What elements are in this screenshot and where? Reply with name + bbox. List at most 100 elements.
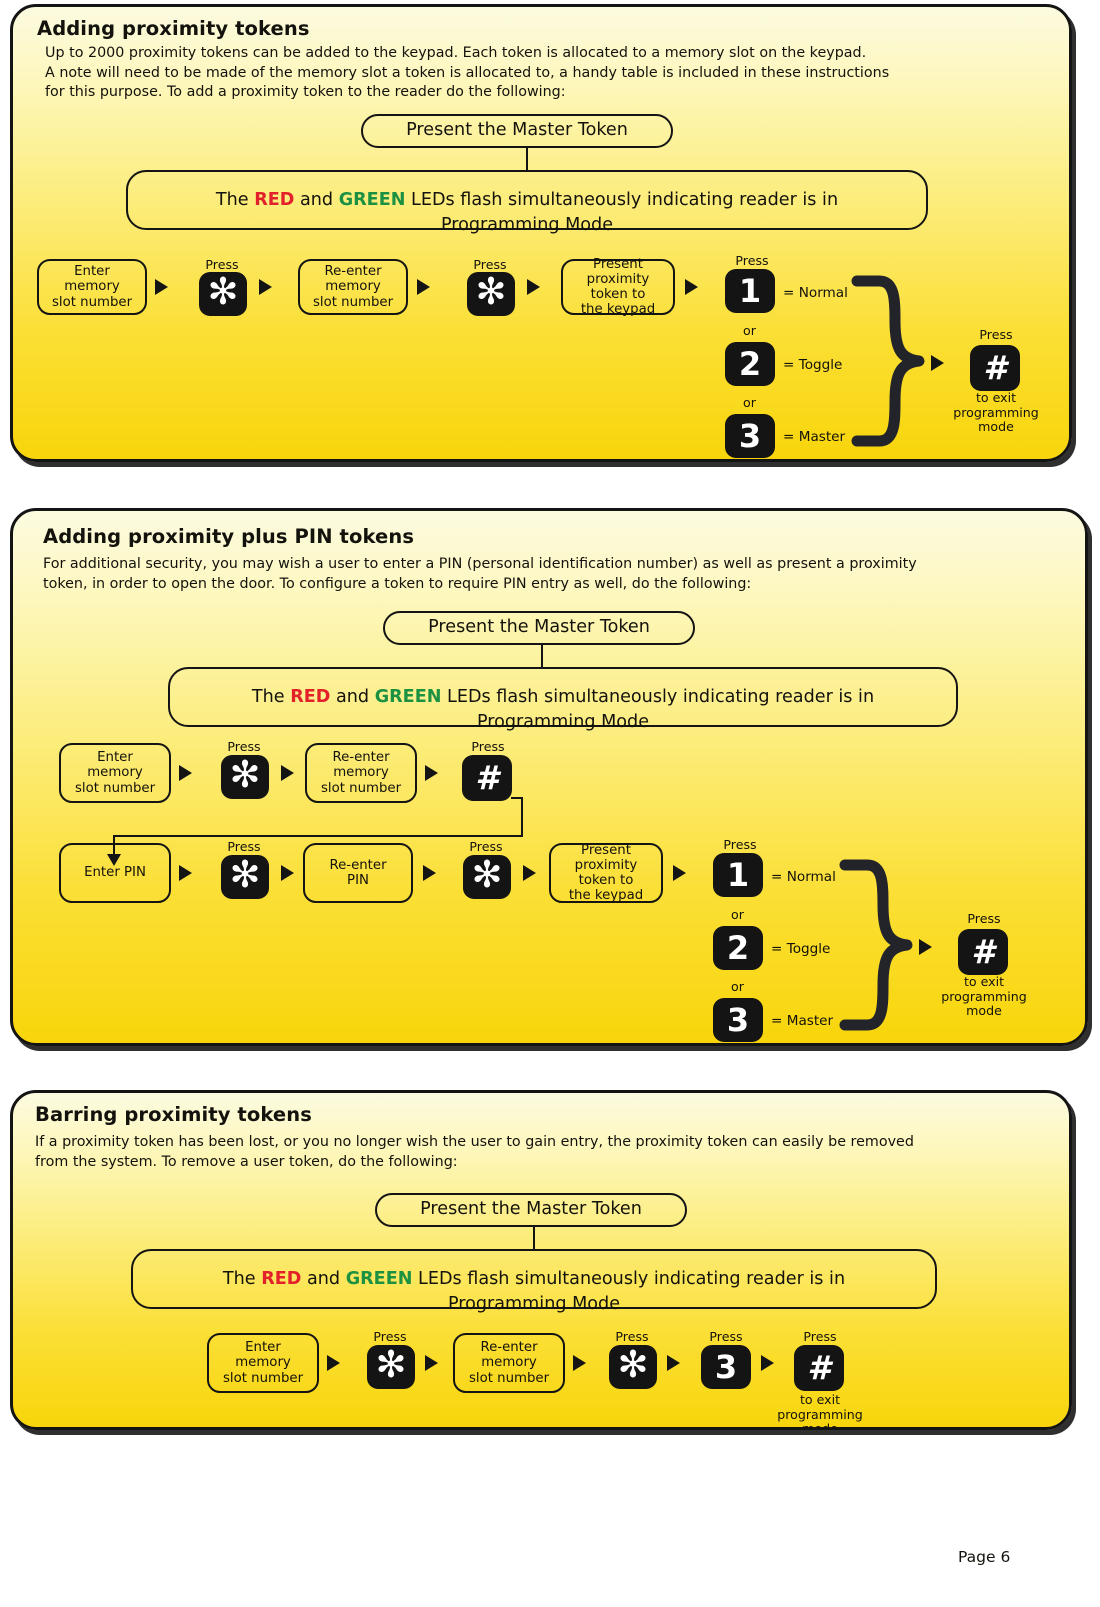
arrow-icon [425,1355,438,1371]
step-reenter-pin: Re-enter PIN [303,843,413,903]
key-star-1a[interactable]: ✻ [199,272,247,316]
option-label-normal-1: = Normal [783,285,848,301]
key-2[interactable]: 2 [725,342,775,386]
arrow-icon [179,765,192,781]
led-green-word: GREEN [345,1268,413,1289]
arrow-icon [327,1355,340,1371]
led-red-word: RED [254,189,295,210]
key-hash-1[interactable]: # [970,345,1020,391]
key-1[interactable]: 1 [725,269,775,313]
key-star-3a[interactable]: ✻ [367,1345,415,1389]
step-reenter-memory-slot-3: Re-enter memory slot number [453,1333,565,1393]
key-hash-3[interactable]: # [794,1345,844,1391]
led-red-word: RED [290,686,331,707]
arrow-icon [155,279,168,295]
led-line-2: Programming Mode [447,1293,621,1314]
exit-label-3: to exit programming mode [777,1392,863,1430]
led-green-word: GREEN [338,189,406,210]
arrow-icon [931,355,944,371]
press-label-3c: Press [709,1329,743,1344]
arrow-icon [417,279,430,295]
led-red-word: RED [261,1268,302,1289]
key-star-2b[interactable]: ✻ [221,855,269,899]
led-suffix: LEDs flash simultaneously indicating rea… [412,1268,846,1289]
or-label-1a: or [743,323,756,338]
arrow-icon [685,279,698,295]
key-3[interactable]: 3 [725,414,775,458]
step-present-token-2: Present proximity token to the keypad [549,843,663,903]
brace-icon-2 [839,859,913,1031]
arrow-icon [281,765,294,781]
connector-wrap-v1 [521,797,524,837]
page-number: Page 6 [958,1548,1011,1566]
section-2-body: For additional security, you may wish a … [43,556,917,592]
press-label-2c: Press [227,839,261,854]
press-label-2f: Press [967,911,1001,926]
led-prefix: The [215,189,255,210]
key-hash-2a[interactable]: # [462,755,512,801]
arrow-icon [761,1355,774,1371]
step-enter-pin: Enter PIN [59,843,171,903]
step-reenter-memory-slot-1: Re-enter memory slot number [298,259,408,315]
or-label-2a: or [731,907,744,922]
exit-label-1: to exit programming mode [953,390,1039,435]
arrow-icon [179,865,192,881]
arrow-icon [425,765,438,781]
section-barring-proximity-tokens: Barring proximity tokens If a proximity … [10,1090,1072,1430]
step-reenter-memory-slot-2: Re-enter memory slot number [305,743,417,803]
page-canvas: Adding proximity tokens Up to 2000 proxi… [0,0,1100,1607]
arrow-icon [523,865,536,881]
master-token-box-3: Present the Master Token [375,1193,687,1227]
led-line-1: The RED and GREEN LEDs flash simultaneou… [216,163,838,213]
arrow-icon [573,1355,586,1371]
step-enter-memory-slot-3: Enter memory slot number [207,1333,319,1393]
key-2[interactable]: 2 [713,926,763,970]
led-status-box-2: The RED and GREEN LEDs flash simultaneou… [168,667,958,732]
arrow-icon [527,279,540,295]
led-prefix: The [251,686,291,707]
led-status-box-1: The RED and GREEN LEDs flash simultaneou… [126,170,928,235]
arrow-icon [259,279,272,295]
key-3[interactable]: 3 [701,1345,751,1389]
key-3[interactable]: 3 [713,998,763,1042]
section-1-body: Up to 2000 proximity tokens can be added… [45,45,890,101]
step-present-token-1: Present proximity token to the keypad [561,257,675,317]
led-line-2: Programming Mode [440,214,614,235]
master-token-box-1: Present the Master Token [361,114,673,148]
or-label-1b: or [743,395,756,410]
key-star-1b[interactable]: ✻ [467,272,515,316]
arrow-icon [281,865,294,881]
master-token-box-2: Present the Master Token [383,611,695,645]
option-label-toggle-2: = Toggle [771,941,831,957]
section-2-title: Adding proximity plus PIN tokens [43,525,415,548]
step-enter-memory-slot-1: Enter memory slot number [37,259,147,315]
press-label-1d: Press [979,327,1013,342]
key-star-2a[interactable]: ✻ [221,755,269,799]
arrow-icon [673,865,686,881]
press-label-2a: Press [227,739,261,754]
or-label-2b: or [731,979,744,994]
exit-label-2: to exit programming mode [941,974,1027,1019]
section-3-body: If a proximity token has been lost, or y… [35,1134,914,1170]
option-label-master-2: = Master [771,1013,834,1029]
press-label-1c: Press [735,253,769,268]
key-star-2c[interactable]: ✻ [463,855,511,899]
led-green-word: GREEN [374,686,442,707]
arrow-icon [423,865,436,881]
press-label-3b: Press [615,1329,649,1344]
arrow-icon [667,1355,680,1371]
press-label-2b: Press [471,739,505,754]
led-line-1: The RED and GREEN LEDs flash simultaneou… [223,1242,845,1292]
section-adding-proximity-tokens: Adding proximity tokens Up to 2000 proxi… [10,4,1072,462]
led-mid: and [294,189,339,210]
led-suffix: LEDs flash simultaneously indicating rea… [405,189,839,210]
key-star-3b[interactable]: ✻ [609,1345,657,1389]
key-1[interactable]: 1 [713,853,763,897]
option-label-toggle-1: = Toggle [783,357,843,373]
section-3-title: Barring proximity tokens [35,1103,312,1126]
press-label-3a: Press [373,1329,407,1344]
key-hash-2b[interactable]: # [958,929,1008,975]
arrow-icon [919,939,932,955]
section-adding-proximity-plus-pin-tokens: Adding proximity plus PIN tokens For add… [10,508,1088,1046]
led-status-box-3: The RED and GREEN LEDs flash simultaneou… [131,1249,937,1314]
